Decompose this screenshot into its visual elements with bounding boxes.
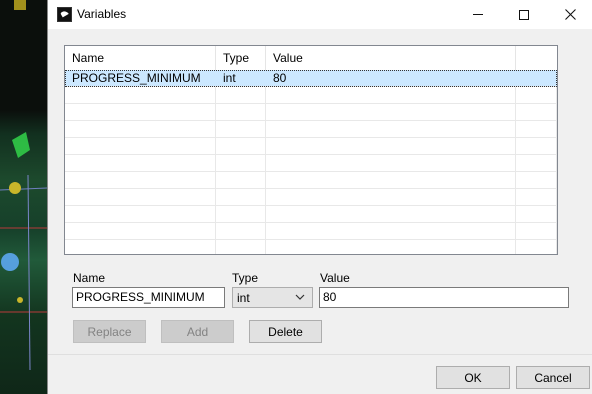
dialog-footer [48,354,592,394]
row-type-cell: int [216,70,266,86]
column-header-name[interactable]: Name [65,46,216,70]
background-game-view [0,0,47,394]
list-body: PROGRESS_MINIMUM int 80 [65,70,557,254]
type-dropdown[interactable]: int [232,287,313,308]
empty-row [65,87,557,104]
name-field[interactable]: PROGRESS_MINIMUM [72,287,225,308]
empty-row [65,223,557,240]
maximize-icon [519,9,529,20]
empty-row [65,206,557,223]
column-header-type[interactable]: Type [216,46,266,70]
type-dropdown-value: int [237,291,250,305]
maximize-button[interactable] [501,0,547,29]
type-label: Type [232,271,259,285]
app-logo-icon [57,7,72,22]
game-scene-art [0,0,47,371]
empty-row [65,172,557,189]
column-header-filler [516,46,557,70]
row-name-cell: PROGRESS_MINIMUM [65,70,216,86]
variables-list[interactable]: Name Type Value PROGRESS_MINIMUM int 80 [64,45,558,255]
variables-dialog: Variables Name Type Value PROGRESS_MINIM… [47,0,592,394]
title-bar[interactable]: Variables [48,0,592,29]
add-button[interactable]: Add [161,320,234,343]
empty-row [65,121,557,138]
empty-row [65,138,557,155]
close-icon [564,9,576,20]
replace-button[interactable]: Replace [73,320,146,343]
empty-row [65,155,557,172]
delete-button[interactable]: Delete [249,320,322,343]
minimize-icon [473,14,483,15]
close-button[interactable] [547,0,592,29]
ok-button[interactable]: OK [436,366,510,389]
column-header-value[interactable]: Value [266,46,516,70]
window-title: Variables [77,7,127,21]
chevron-down-icon [295,294,305,300]
cancel-button[interactable]: Cancel [516,366,590,389]
value-label: Value [320,271,350,285]
minimize-button[interactable] [455,0,501,29]
list-row[interactable]: PROGRESS_MINIMUM int 80 [65,70,557,87]
name-label: Name [73,271,106,285]
row-filler-cell [516,70,557,86]
list-header: Name Type Value [65,46,557,70]
empty-row [65,189,557,206]
empty-row [65,104,557,121]
empty-row [65,240,557,254]
value-field[interactable]: 80 [319,287,569,308]
row-value-cell: 80 [266,70,516,86]
